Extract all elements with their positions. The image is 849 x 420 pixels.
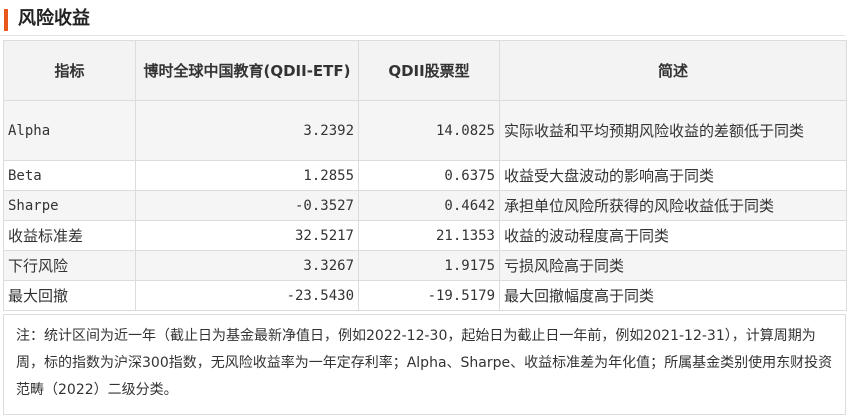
table-row: 收益标准差 32.5217 21.1353 收益的波动程度高于同类	[3, 220, 847, 251]
category-value: 14.0825	[358, 100, 500, 161]
metric-description: 收益的波动程度高于同类	[499, 220, 847, 251]
fund-value: -23.5430	[135, 280, 359, 311]
header-fund: 博时全球中国教育(QDII-ETF)	[135, 40, 359, 101]
fund-value: 3.2392	[135, 100, 359, 161]
metric-description: 收益受大盘波动的影响高于同类	[499, 160, 847, 191]
fund-value: 1.2855	[135, 160, 359, 191]
table-row: Alpha 3.2392 14.0825 实际收益和平均预期风险收益的差额低于同…	[3, 100, 847, 161]
table-row: 最大回撤 -23.5430 -19.5179 最大回撤幅度高于同类	[3, 280, 847, 311]
metric-name: 收益标准差	[3, 220, 136, 251]
table-row: 下行风险 3.3267 1.9175 亏损风险高于同类	[3, 250, 847, 281]
header-description: 简述	[499, 40, 847, 101]
section-title: 风险收益	[18, 8, 90, 29]
table-header-row: 指标 博时全球中国教育(QDII-ETF) QDII股票型 简述	[3, 40, 847, 101]
section-header: 风险收益	[0, 0, 845, 36]
table-row: Sharpe -0.3527 0.4642 承担单位风险所获得的风险收益低于同类	[3, 190, 847, 221]
metric-description: 实际收益和平均预期风险收益的差额低于同类	[499, 100, 847, 161]
metric-description: 最大回撤幅度高于同类	[499, 280, 847, 311]
metric-name: Alpha	[3, 100, 136, 161]
fund-value: 32.5217	[135, 220, 359, 251]
metric-name: Sharpe	[3, 190, 136, 221]
footnote: 注：统计区间为近一年（截止日为基金最新净值日，例如2022-12-30，起始日为…	[3, 314, 846, 415]
category-value: 21.1353	[358, 220, 500, 251]
risk-return-panel: 风险收益 指标 博时全球中国教育(QDII-ETF) QDII股票型 简述 Al…	[0, 0, 849, 420]
header-metric: 指标	[3, 40, 136, 101]
metric-name: Beta	[3, 160, 136, 191]
risk-table: 指标 博时全球中国教育(QDII-ETF) QDII股票型 简述 Alpha 3…	[3, 40, 847, 311]
fund-value: -0.3527	[135, 190, 359, 221]
category-value: 1.9175	[358, 250, 500, 281]
header-category: QDII股票型	[358, 40, 500, 101]
title-accent-bar	[4, 9, 8, 31]
metric-name: 下行风险	[3, 250, 136, 281]
category-value: 0.4642	[358, 190, 500, 221]
fund-value: 3.3267	[135, 250, 359, 281]
metric-description: 承担单位风险所获得的风险收益低于同类	[499, 190, 847, 221]
category-value: -19.5179	[358, 280, 500, 311]
table-row: Beta 1.2855 0.6375 收益受大盘波动的影响高于同类	[3, 160, 847, 191]
category-value: 0.6375	[358, 160, 500, 191]
metric-name: 最大回撤	[3, 280, 136, 311]
metric-description: 亏损风险高于同类	[499, 250, 847, 281]
